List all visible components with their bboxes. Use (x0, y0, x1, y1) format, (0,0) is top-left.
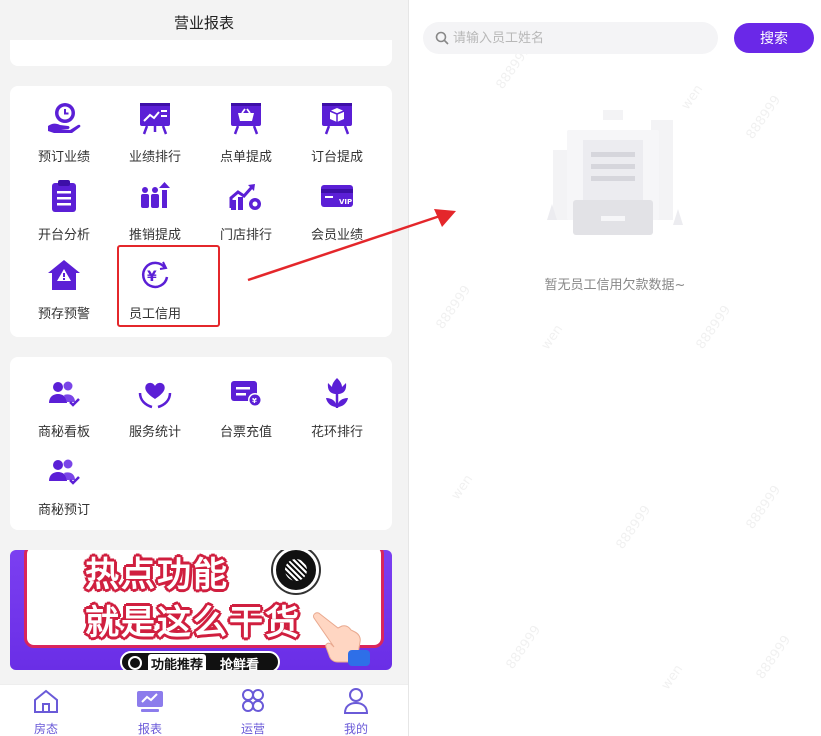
tile-secretary-booking[interactable]: 商秘预订 (19, 453, 109, 523)
tile-prepaid-alert[interactable]: 预存预警 (19, 257, 109, 327)
tile-table-analysis[interactable]: 开台分析 (19, 178, 109, 248)
tile-label: 订台提成 (310, 150, 363, 165)
grid-icon (238, 687, 268, 715)
tile-wreath-ranking[interactable]: 花环排行 (292, 375, 382, 445)
tile-performance-ranking[interactable]: 业绩排行 (110, 100, 200, 170)
search-icon (128, 656, 142, 670)
user-icon (341, 687, 371, 715)
tile-label: 花环排行 (310, 425, 363, 440)
nav-label: 报表 (137, 722, 162, 736)
tile-label: 业绩排行 (128, 150, 181, 165)
tile-secretary-dashboard[interactable]: 商秘看板 (19, 375, 109, 445)
people-chart-icon (137, 178, 173, 214)
users-check-icon (46, 375, 82, 411)
tile-label: 推销提成 (128, 228, 181, 243)
left-panel: 营业报表 预订业绩 业绩排行 点单提成 订台提成 开台分析 推销提成 门店排行 … (0, 0, 408, 736)
empty-state-text: 暂无员工信用欠款数据~ (544, 278, 686, 293)
clipboard-list-icon (46, 178, 82, 214)
box-board-icon (319, 100, 355, 136)
svg-text:VIP: VIP (339, 198, 352, 206)
page-title: 营业报表 (173, 14, 234, 32)
tile-label: 商秘看板 (37, 425, 90, 440)
heart-hands-icon (137, 375, 173, 411)
tile-service-stats[interactable]: 服务统计 (110, 375, 200, 445)
home-icon (31, 687, 61, 715)
watermark-text: wen (538, 322, 567, 353)
promo-banner[interactable]: 热点功能 就是这么干货 功能推荐 抢鲜看 (10, 550, 392, 670)
search-icon (435, 31, 449, 45)
nav-item-room-status[interactable]: 房态 (0, 685, 97, 736)
watermark-text: 888999 (743, 482, 785, 533)
house-alert-icon (46, 257, 82, 293)
pointing-hand-icon (313, 612, 370, 666)
report-icon (135, 687, 165, 715)
highlight-box (117, 245, 220, 327)
tile-sales-commission[interactable]: 推销提成 (110, 178, 200, 248)
nav-item-mine[interactable]: 我的 (305, 685, 407, 736)
watermark-text: wen (448, 472, 477, 503)
tile-booking-performance[interactable]: 预订业绩 (19, 100, 109, 170)
tile-label: 开台分析 (37, 228, 90, 243)
svg-text:¥: ¥ (252, 397, 257, 405)
watermark-text: 888999 (743, 92, 785, 143)
tile-label: 门店排行 (219, 228, 272, 243)
tile-table-booking-commission[interactable]: 订台提成 (292, 100, 382, 170)
tile-label: 台票充值 (219, 425, 272, 440)
tile-label: 会员业绩 (310, 228, 363, 243)
search-box (423, 22, 718, 54)
chart-gear-icon (228, 178, 264, 214)
nav-label: 运营 (240, 722, 265, 736)
basket-board-icon (228, 100, 264, 136)
nav-label: 房态 (33, 722, 58, 736)
banner-line-2: 就是这么干货 (85, 603, 301, 643)
tulip-icon (319, 375, 355, 411)
tile-ticket-recharge[interactable]: ¥ 台票充值 (201, 375, 291, 445)
tile-order-commission[interactable]: 点单提成 (201, 100, 291, 170)
trend-board-icon (137, 100, 173, 136)
watermark-text: 888999 (693, 302, 735, 353)
top-card (10, 40, 392, 66)
banner-line-1: 热点功能 (85, 555, 229, 595)
nav-item-reports[interactable]: 报表 (99, 685, 201, 736)
employee-name-search-input[interactable] (453, 22, 703, 54)
watermark-text: 888999 (753, 632, 795, 683)
header: 营业报表 (0, 0, 408, 44)
tile-store-ranking[interactable]: 门店排行 (201, 178, 291, 248)
users-check-icon (46, 453, 82, 489)
watermark-text: 888999 (613, 502, 655, 553)
tile-label: 商秘预订 (37, 503, 90, 518)
tile-label: 预订业绩 (37, 150, 90, 165)
logo-badge-icon (273, 550, 319, 593)
tile-label: 服务统计 (128, 425, 181, 440)
empty-state-illustration (547, 110, 683, 235)
watermark-text: wen (658, 662, 687, 693)
bottom-nav: 房态 报表 运营 我的 (0, 684, 408, 736)
pill-action: 抢鲜看 (220, 658, 260, 670)
tile-member-performance[interactable]: VIP 会员业绩 (292, 178, 382, 248)
vip-card-icon: VIP (319, 178, 355, 214)
watermark-text: 888999 (503, 622, 545, 673)
right-panel: 888999 wen 888999 888999 wen 888999 wen … (408, 0, 821, 736)
hand-clock-icon (46, 100, 82, 136)
tile-label: 点单提成 (219, 150, 272, 165)
nav-label: 我的 (343, 722, 368, 736)
search-button[interactable]: 搜索 (734, 23, 814, 53)
banner-pill[interactable]: 功能推荐 抢鲜看 (120, 651, 280, 670)
ticket-yen-icon: ¥ (228, 375, 264, 411)
secretary-card: 商秘看板 服务统计 ¥ 台票充值 花环排行 商秘预订 (10, 357, 392, 530)
pill-label: 功能推荐 (148, 654, 207, 670)
tile-label: 预存预警 (37, 307, 90, 322)
nav-item-operations[interactable]: 运营 (202, 685, 304, 736)
